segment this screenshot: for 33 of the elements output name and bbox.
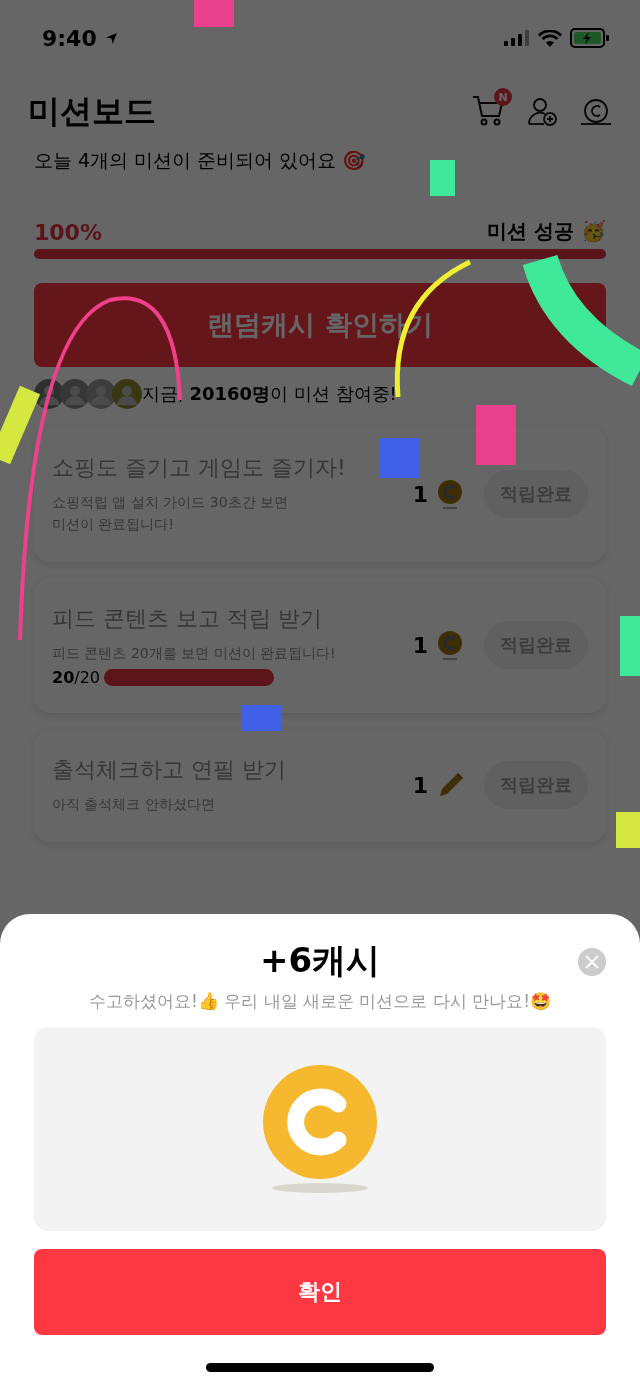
confetti-piece <box>380 438 420 478</box>
reward-amount: 1 <box>412 772 428 798</box>
goal-label: 미션 성공 🥳 <box>487 218 606 245</box>
status-time: 9:40 <box>42 25 97 51</box>
reward-amount: 1 <box>412 632 428 658</box>
avatar-icon <box>60 379 90 409</box>
confirm-button[interactable]: 확인 <box>34 1249 606 1335</box>
reward-title: +6캐시 <box>259 939 381 982</box>
signal-icon <box>504 30 530 46</box>
confetti-piece <box>620 616 640 676</box>
page-title: 미션보드 <box>28 91 156 132</box>
avatar-icon <box>112 379 142 409</box>
intro-text: 오늘 4개의 미션이 준비되어 있어요 🎯 <box>34 148 368 173</box>
confetti-piece <box>430 160 455 196</box>
reward-amount: 1 <box>412 481 428 507</box>
avatar-icon <box>34 379 64 409</box>
add-friend-icon[interactable] <box>528 97 558 127</box>
mission-count: 20/20 <box>52 668 100 688</box>
coin-icon[interactable] <box>580 98 612 126</box>
confetti-piece <box>476 405 516 465</box>
reward-message: 수고하셨어요!👍 우리 내일 새로운 미션으로 다시 만나요!🤩 <box>88 990 552 1013</box>
confetti-piece <box>242 705 282 731</box>
battery-icon <box>570 28 610 48</box>
avatar-icon <box>86 379 116 409</box>
close-icon <box>585 955 599 969</box>
coin-icon <box>436 479 464 510</box>
wifi-icon <box>538 29 562 47</box>
new-badge: N <box>494 88 512 106</box>
progress-percent: 100% <box>34 220 102 245</box>
confetti-piece <box>616 812 640 848</box>
location-arrow-icon <box>104 31 118 45</box>
coin-icon <box>436 630 464 661</box>
confetti-piece <box>194 0 234 27</box>
